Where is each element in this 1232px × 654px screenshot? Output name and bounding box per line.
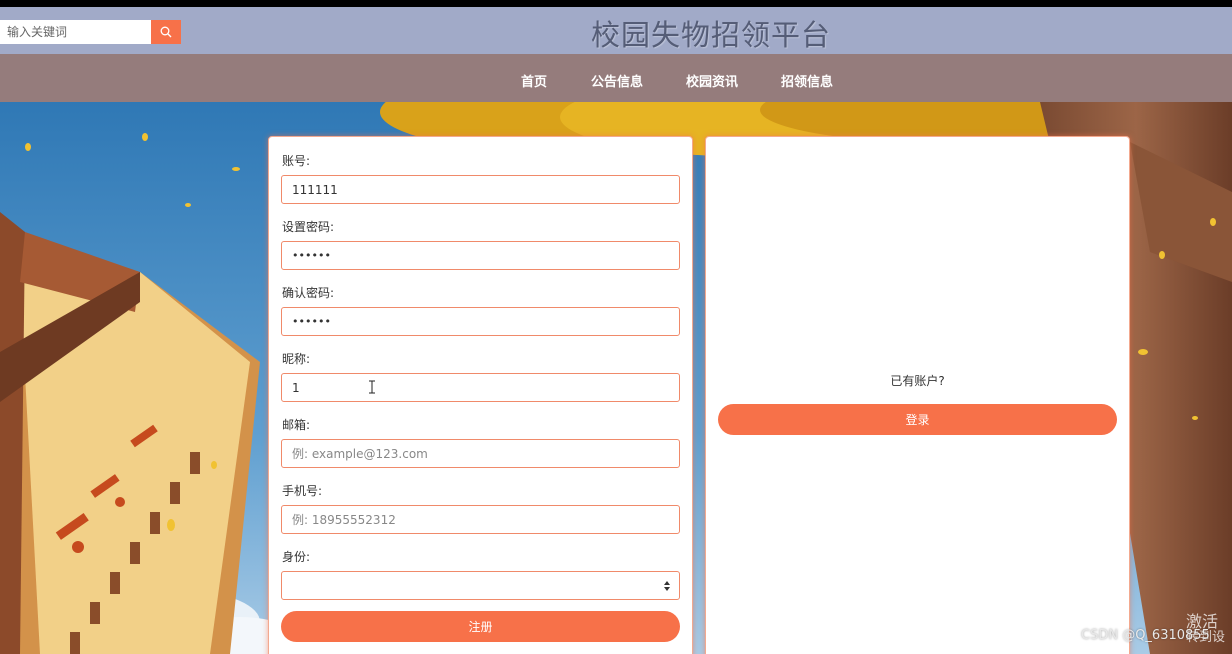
site-title: 校园失物招领平台 <box>590 18 831 52</box>
confirm-password-label: 确认密码: <box>282 286 335 300</box>
email-field[interactable] <box>281 439 680 468</box>
phone-label: 手机号: <box>282 484 323 498</box>
login-button[interactable]: 登录 <box>718 404 1117 435</box>
text-cursor-icon <box>369 380 375 394</box>
csdn-watermark: CSDN @Q_6310855 <box>1081 628 1210 643</box>
select-arrows-icon <box>664 581 670 591</box>
nav-item-home[interactable]: 首页 <box>521 71 547 90</box>
account-field[interactable]: 111111 <box>281 175 680 204</box>
login-panel: 已有账户? 登录 <box>705 136 1130 654</box>
have-account-text: 已有账户? <box>890 374 945 388</box>
account-label: 账号: <box>282 154 311 168</box>
main-nav: 首页 公告信息 校园资讯 招领信息 <box>0 54 1232 102</box>
nav-item-announcements[interactable]: 公告信息 <box>591 71 643 90</box>
password-value: •••••• <box>292 249 331 262</box>
email-label: 邮箱: <box>282 418 311 432</box>
nickname-field[interactable]: 1 <box>281 373 680 402</box>
login-button-label: 登录 <box>905 413 930 427</box>
phone-field[interactable] <box>281 505 680 534</box>
confirm-password-field[interactable]: •••••• <box>281 307 680 336</box>
nickname-label: 昵称: <box>282 352 311 366</box>
register-panel: 账号: 111111 设置密码: •••••• 确认密码: •••••• 昵称:… <box>268 136 693 654</box>
nav-item-found-items[interactable]: 招领信息 <box>781 71 833 90</box>
role-label: 身份: <box>282 550 311 564</box>
register-button-label: 注册 <box>468 620 493 634</box>
nickname-value: 1 <box>292 380 300 395</box>
top-strip <box>0 0 1232 7</box>
password-field[interactable]: •••••• <box>281 241 680 270</box>
password-label: 设置密码: <box>282 220 335 234</box>
nav-item-campus-news[interactable]: 校园资讯 <box>686 71 738 90</box>
account-value: 111111 <box>292 182 338 197</box>
register-button[interactable]: 注册 <box>281 611 680 642</box>
confirm-password-value: •••••• <box>292 315 331 328</box>
header: 校园失物招领平台 <box>0 7 1232 54</box>
role-select[interactable] <box>281 571 680 600</box>
